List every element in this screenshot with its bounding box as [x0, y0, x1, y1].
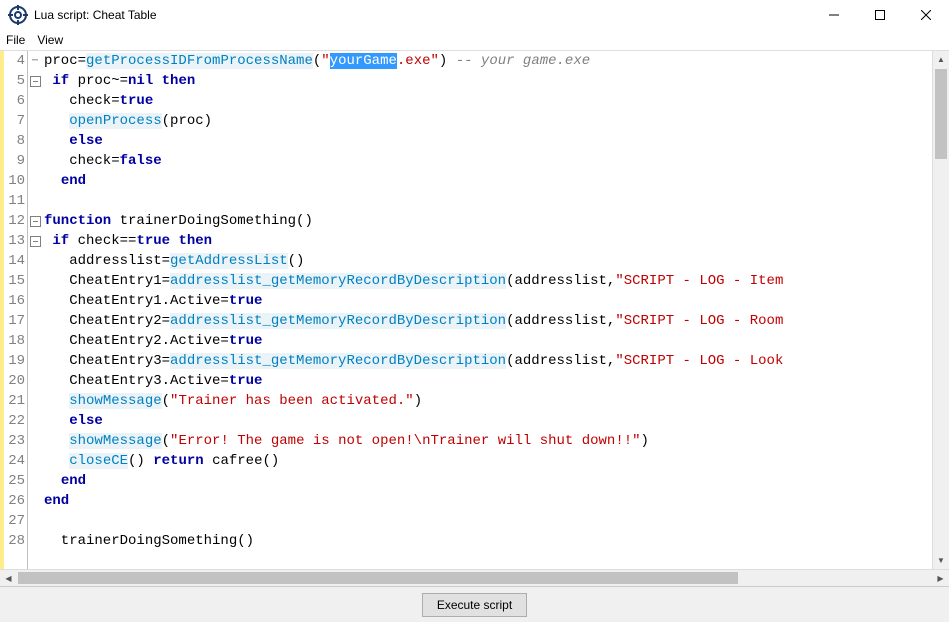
code-line[interactable]: check=false	[44, 151, 932, 171]
code-editor[interactable]: 4567891011121314151617181920212223242526…	[0, 50, 949, 569]
code-line[interactable]: else	[44, 411, 932, 431]
scroll-up-arrow[interactable]: ▲	[933, 51, 949, 68]
code-line[interactable]: end	[44, 491, 932, 511]
code-line[interactable]	[44, 511, 932, 531]
code-line[interactable]: if proc~=nil then	[44, 71, 932, 91]
menu-file[interactable]: File	[6, 33, 25, 47]
code-line[interactable]: CheatEntry3=addresslist_getMemoryRecordB…	[44, 351, 932, 371]
app-icon	[8, 5, 28, 25]
code-line[interactable]: addresslist=getAddressList()	[44, 251, 932, 271]
horizontal-scroll-thumb[interactable]	[18, 572, 738, 584]
bottom-bar: Execute script	[0, 586, 949, 622]
code-line[interactable]	[44, 191, 932, 211]
scroll-down-arrow[interactable]: ▼	[933, 552, 949, 569]
code-line[interactable]: openProcess(proc)	[44, 111, 932, 131]
code-line[interactable]: CheatEntry3.Active=true	[44, 371, 932, 391]
scroll-right-arrow[interactable]: ▶	[932, 570, 949, 586]
scroll-left-arrow[interactable]: ◀	[0, 570, 17, 586]
code-line[interactable]: CheatEntry1=addresslist_getMemoryRecordB…	[44, 271, 932, 291]
code-line[interactable]: function trainerDoingSomething()	[44, 211, 932, 231]
code-line[interactable]: end	[44, 171, 932, 191]
menubar: File View	[0, 30, 949, 50]
code-line[interactable]: else	[44, 131, 932, 151]
code-line[interactable]: trainerDoingSomething()	[44, 531, 932, 551]
fold-column[interactable]	[28, 51, 42, 569]
code-line[interactable]: showMessage("Error! The game is not open…	[44, 431, 932, 451]
minimize-button[interactable]	[811, 0, 857, 30]
maximize-button[interactable]	[857, 0, 903, 30]
titlebar: Lua script: Cheat Table	[0, 0, 949, 30]
code-line[interactable]: if check==true then	[44, 231, 932, 251]
close-button[interactable]	[903, 0, 949, 30]
execute-script-button[interactable]: Execute script	[422, 593, 527, 617]
vertical-scroll-thumb[interactable]	[935, 69, 947, 159]
line-number-gutter: 4567891011121314151617181920212223242526…	[4, 51, 28, 569]
code-line[interactable]: closeCE() return cafree()	[44, 451, 932, 471]
code-line[interactable]: CheatEntry2=addresslist_getMemoryRecordB…	[44, 311, 932, 331]
window-title: Lua script: Cheat Table	[34, 8, 811, 22]
menu-view[interactable]: View	[37, 33, 63, 47]
code-line[interactable]: showMessage("Trainer has been activated.…	[44, 391, 932, 411]
code-line[interactable]: check=true	[44, 91, 932, 111]
code-line[interactable]: end	[44, 471, 932, 491]
code-line[interactable]: CheatEntry2.Active=true	[44, 331, 932, 351]
horizontal-scrollbar[interactable]: ◀ ▶	[0, 569, 949, 586]
code-line[interactable]: CheatEntry1.Active=true	[44, 291, 932, 311]
vertical-scrollbar[interactable]: ▲ ▼	[932, 51, 949, 569]
code-area[interactable]: proc=getProcessIDFromProcessName("yourGa…	[42, 51, 932, 569]
code-line[interactable]: proc=getProcessIDFromProcessName("yourGa…	[44, 51, 932, 71]
